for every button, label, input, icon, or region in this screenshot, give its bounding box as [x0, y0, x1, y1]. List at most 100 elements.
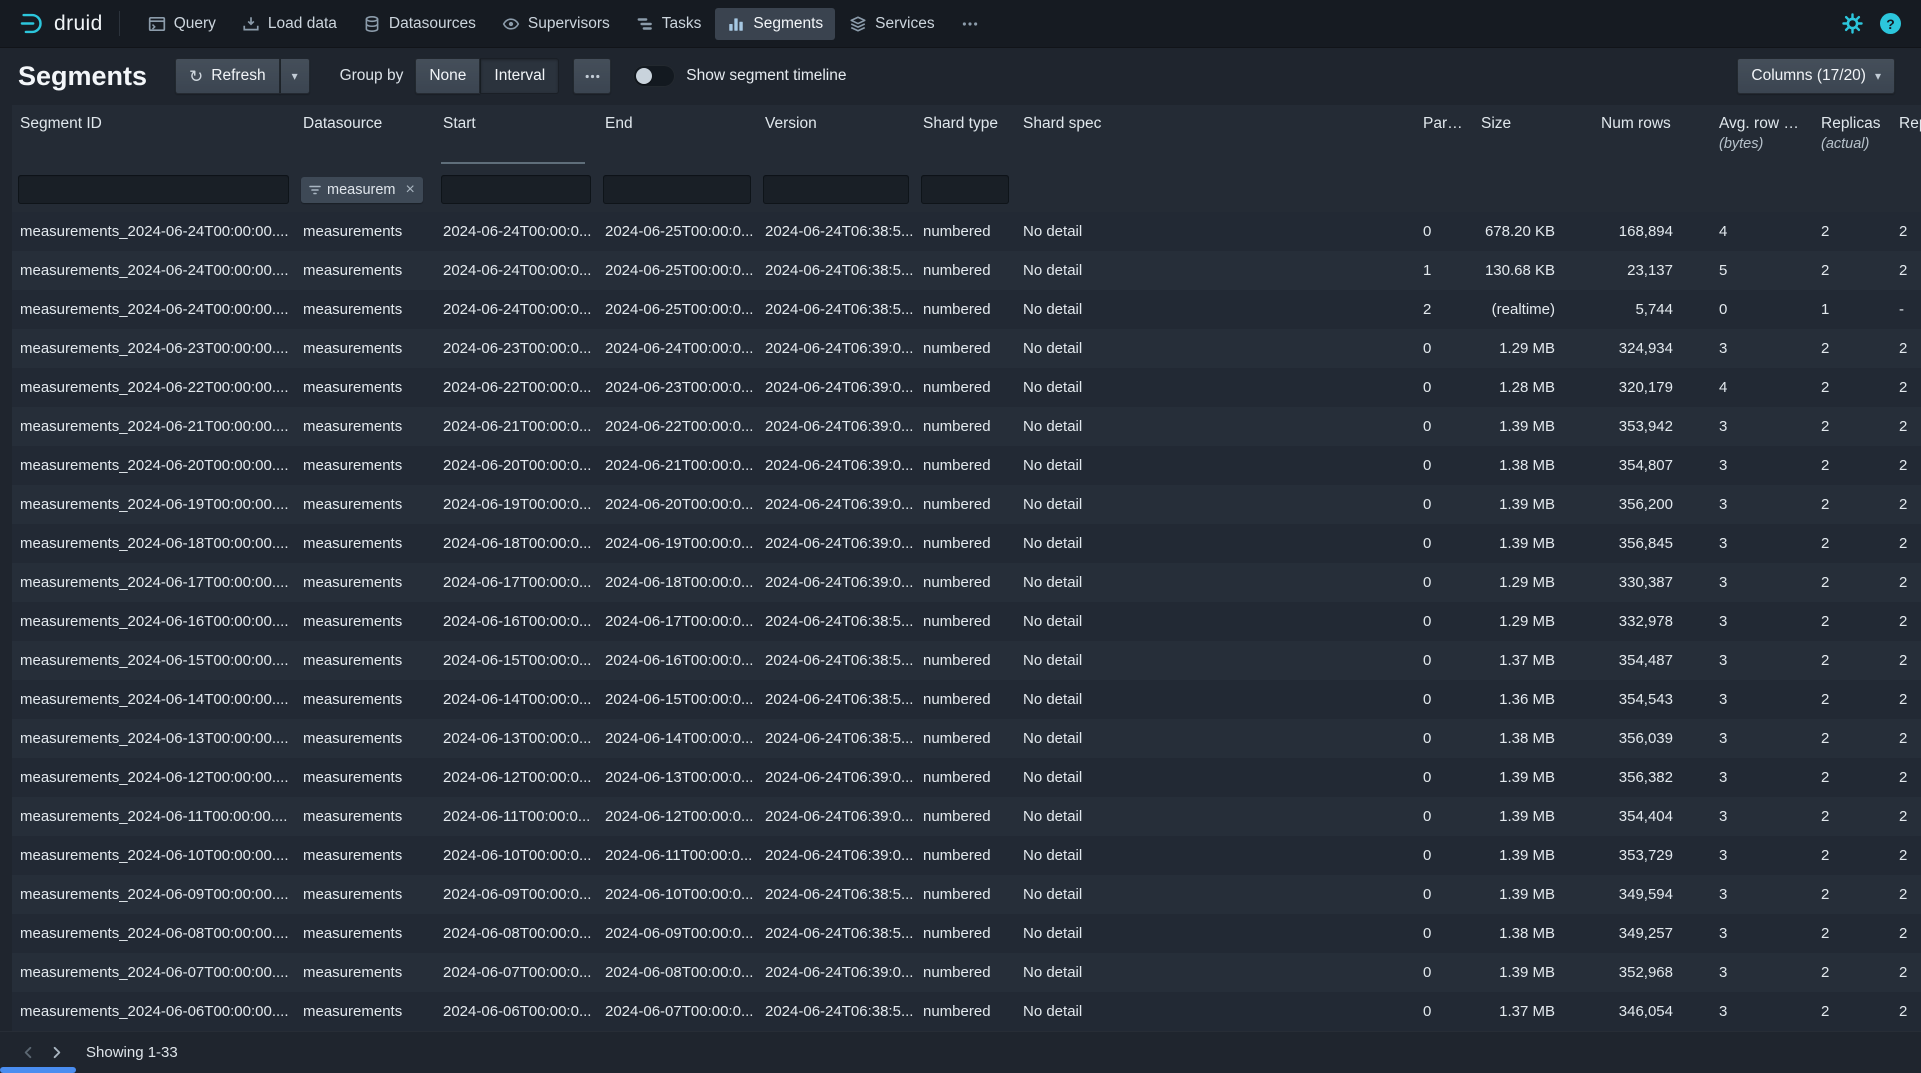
cell-replication-factor: 2 — [1891, 992, 1921, 1031]
end-filter-input[interactable] — [603, 175, 751, 204]
table-row[interactable]: measurements_2024-06-17T00:00:00....meas… — [12, 563, 1921, 602]
table-row[interactable]: measurements_2024-06-18T00:00:00....meas… — [12, 524, 1921, 563]
cell-version: 2024-06-24T06:39:0... — [757, 485, 915, 524]
column-header-segment-id[interactable]: Segment ID — [12, 105, 295, 167]
table-row[interactable]: measurements_2024-06-13T00:00:00....meas… — [12, 719, 1921, 758]
cell-replicas: 2 — [1813, 524, 1891, 563]
cell-segment-id: measurements_2024-06-21T00:00:00.... — [12, 407, 295, 446]
cell-end: 2024-06-11T00:00:0... — [597, 836, 757, 875]
table-row[interactable]: measurements_2024-06-10T00:00:00....meas… — [12, 836, 1921, 875]
column-header-end[interactable]: End — [597, 105, 757, 167]
table-row[interactable]: measurements_2024-06-21T00:00:00....meas… — [12, 407, 1921, 446]
table-row[interactable]: measurements_2024-06-08T00:00:00....meas… — [12, 914, 1921, 953]
cell-avg-row-size: 3 — [1711, 446, 1813, 485]
column-header-size[interactable]: Size — [1473, 105, 1593, 167]
nav-item-services[interactable]: Services — [837, 8, 946, 40]
column-header-datasource[interactable]: Datasource — [295, 105, 435, 167]
column-header-start[interactable]: Start — [435, 105, 597, 167]
table-row[interactable]: measurements_2024-06-14T00:00:00....meas… — [12, 680, 1921, 719]
group-by-none-button[interactable]: None — [415, 58, 480, 94]
table-row[interactable]: measurements_2024-06-23T00:00:00....meas… — [12, 329, 1921, 368]
cell-start: 2024-06-12T00:00:0... — [435, 758, 597, 797]
horizontal-scrollbar-thumb[interactable] — [0, 1067, 76, 1073]
column-header-num-rows[interactable]: Num rows — [1593, 105, 1711, 167]
cell-datasource: measurements — [295, 251, 435, 290]
table-row[interactable]: measurements_2024-06-15T00:00:00....meas… — [12, 641, 1921, 680]
cell-avg-row-size: 3 — [1711, 875, 1813, 914]
cell-version: 2024-06-24T06:38:5... — [757, 875, 915, 914]
nav-item-segments[interactable]: Segments — [715, 8, 835, 40]
table-row[interactable]: measurements_2024-06-12T00:00:00....meas… — [12, 758, 1921, 797]
more-actions-button[interactable] — [573, 58, 611, 94]
column-header-partition[interactable]: Partition — [1415, 105, 1473, 167]
group-by-interval-button[interactable]: Interval — [480, 58, 559, 94]
table-row[interactable]: measurements_2024-06-20T00:00:00....meas… — [12, 446, 1921, 485]
cell-replicas: 2 — [1813, 602, 1891, 641]
filter-cell — [435, 175, 597, 204]
cell-partition: 0 — [1415, 563, 1473, 602]
table-row[interactable]: measurements_2024-06-22T00:00:00....meas… — [12, 368, 1921, 407]
cell-replication-factor: 2 — [1891, 914, 1921, 953]
cell-shard-type: numbered — [915, 836, 1015, 875]
nav-item-load-data[interactable]: Load data — [230, 8, 349, 40]
table-row[interactable]: measurements_2024-06-16T00:00:00....meas… — [12, 602, 1921, 641]
cell-segment-id: measurements_2024-06-06T00:00:00.... — [12, 992, 295, 1031]
column-label: Datasource — [303, 115, 382, 132]
cell-shard-spec: No detail — [1015, 836, 1415, 875]
segment-timeline-switch[interactable] — [633, 65, 675, 87]
cell-avg-row-size: 3 — [1711, 524, 1813, 563]
segment-id-filter-input[interactable] — [18, 175, 289, 204]
table-row[interactable]: measurements_2024-06-19T00:00:00....meas… — [12, 485, 1921, 524]
previous-page-button[interactable] — [14, 1039, 42, 1067]
column-header-version[interactable]: Version — [757, 105, 915, 167]
refresh-button[interactable]: ↻ Refresh — [175, 58, 280, 94]
filter-cell — [12, 175, 295, 204]
nav-more-button[interactable] — [949, 8, 991, 40]
cell-partition: 0 — [1415, 485, 1473, 524]
cell-segment-id: measurements_2024-06-14T00:00:00.... — [12, 680, 295, 719]
start-filter-input[interactable] — [441, 175, 591, 204]
table-row[interactable]: measurements_2024-06-24T00:00:00....meas… — [12, 290, 1921, 329]
cell-segment-id: measurements_2024-06-09T00:00:00.... — [12, 875, 295, 914]
column-header-avg-row-size[interactable]: Avg. row size(bytes) — [1711, 105, 1813, 167]
chip-remove-icon[interactable]: × — [402, 181, 419, 199]
cell-end: 2024-06-20T00:00:0... — [597, 485, 757, 524]
chevron-down-icon: ▾ — [1875, 69, 1881, 83]
nav-item-supervisors[interactable]: Supervisors — [490, 8, 622, 40]
cell-shard-type: numbered — [915, 485, 1015, 524]
cell-datasource: measurements — [295, 875, 435, 914]
cell-start: 2024-06-24T00:00:0... — [435, 251, 597, 290]
settings-gear-icon[interactable] — [1842, 13, 1863, 34]
column-header-shard-type[interactable]: Shard type — [915, 105, 1015, 167]
nav-item-tasks[interactable]: Tasks — [624, 8, 714, 40]
column-header-replicas[interactable]: Replicas(actual) — [1813, 105, 1891, 167]
help-icon[interactable]: ? — [1880, 13, 1901, 34]
cell-replication-factor: 2 — [1891, 875, 1921, 914]
column-label: Size — [1481, 115, 1511, 132]
cell-replication-factor: 2 — [1891, 953, 1921, 992]
table-row[interactable]: measurements_2024-06-24T00:00:00....meas… — [12, 251, 1921, 290]
cell-partition: 0 — [1415, 836, 1473, 875]
column-header-replication-factor[interactable]: Replication factor — [1891, 105, 1921, 167]
cell-start: 2024-06-20T00:00:0... — [435, 446, 597, 485]
table-row[interactable]: measurements_2024-06-09T00:00:00....meas… — [12, 875, 1921, 914]
cell-partition: 0 — [1415, 875, 1473, 914]
refresh-interval-dropdown-button[interactable]: ▾ — [280, 58, 310, 94]
table-row[interactable]: measurements_2024-06-07T00:00:00....meas… — [12, 953, 1921, 992]
table-row[interactable]: measurements_2024-06-24T00:00:00....meas… — [12, 212, 1921, 251]
shard-type-filter-input[interactable] — [921, 175, 1009, 204]
columns-button[interactable]: Columns (17/20) ▾ — [1737, 58, 1895, 94]
table-row[interactable]: measurements_2024-06-06T00:00:00....meas… — [12, 992, 1921, 1031]
cell-version: 2024-06-24T06:39:0... — [757, 407, 915, 446]
next-page-button[interactable] — [42, 1039, 70, 1067]
nav-item-datasources[interactable]: Datasources — [351, 8, 488, 40]
cell-start: 2024-06-22T00:00:0... — [435, 368, 597, 407]
column-header-shard-spec[interactable]: Shard spec — [1015, 105, 1415, 167]
table-row[interactable]: measurements_2024-06-11T00:00:00....meas… — [12, 797, 1921, 836]
cell-shard-spec: No detail — [1015, 563, 1415, 602]
nav-item-query[interactable]: Query — [136, 8, 228, 40]
version-filter-input[interactable] — [763, 175, 909, 204]
cell-start: 2024-06-08T00:00:0... — [435, 914, 597, 953]
cell-partition: 0 — [1415, 641, 1473, 680]
datasource-filter-chip[interactable]: measurem × — [301, 177, 423, 203]
